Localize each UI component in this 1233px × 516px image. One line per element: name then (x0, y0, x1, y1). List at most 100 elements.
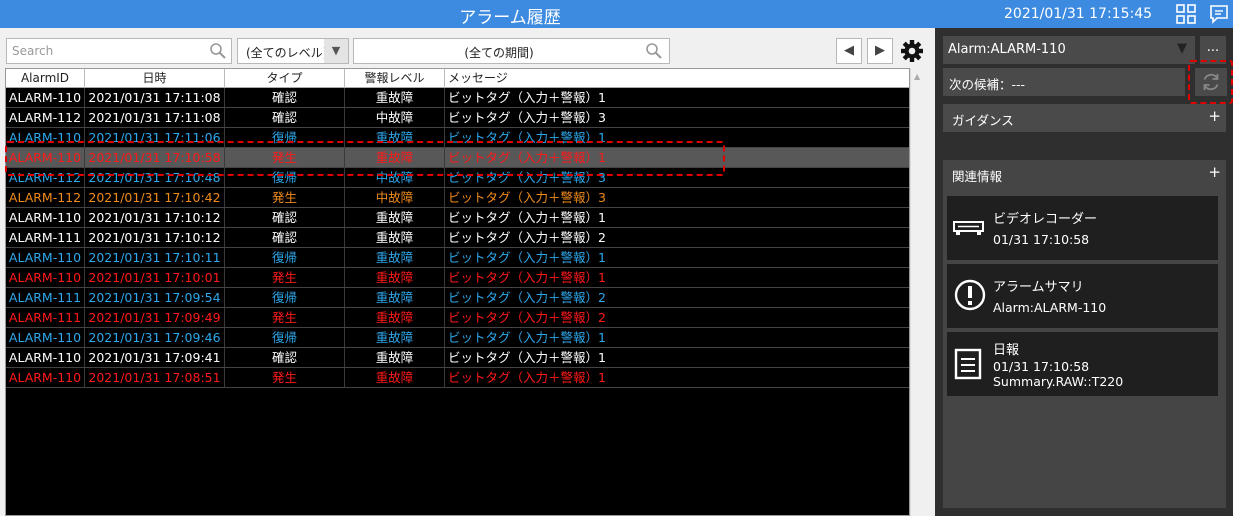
search-input[interactable]: Search (6, 38, 232, 64)
cell-alarm-id: ALARM-110 (6, 208, 85, 227)
expand-icon[interactable]: + (1208, 107, 1221, 125)
cell-datetime: 2021/01/31 17:09:54 (85, 288, 225, 307)
cell-alarm-id: ALARM-110 (6, 88, 85, 107)
cell-alarm-id: ALARM-111 (6, 228, 85, 247)
table-row[interactable]: ALARM-111 2021/01/31 17:09:54 復帰 重故障 ビットタグ（入… (6, 288, 909, 308)
title-bar: アラーム履歴 2021/01/31 17:15:45 (0, 0, 1233, 28)
cell-level: 重故障 (345, 88, 445, 107)
cell-alarm-id: ALARM-110 (6, 268, 85, 287)
prev-page-button[interactable]: ◀ (836, 38, 862, 64)
cell-alarm-id: ALARM-110 (6, 248, 85, 267)
gear-icon[interactable] (899, 38, 925, 64)
search-icon[interactable] (209, 42, 227, 63)
dropdown-arrow-icon[interactable]: ▼ (324, 39, 348, 63)
cell-type: 発生 (225, 188, 345, 207)
cell-datetime: 2021/01/31 17:10:12 (85, 208, 225, 227)
related-info-header[interactable]: 関連情報 + (943, 160, 1226, 188)
col-header-message[interactable]: メッセージ (445, 69, 909, 88)
cell-message: ビットタグ（入力＋警報）1 (448, 210, 606, 225)
expand-icon[interactable]: + (1208, 163, 1221, 181)
next-candidate-label: 次の候補：--- (949, 77, 1026, 92)
cell-datetime: 2021/01/31 17:10:42 (85, 188, 225, 207)
col-header-type[interactable]: タイプ (225, 69, 345, 88)
cell-level: 重故障 (345, 268, 445, 287)
cell-alarm-id: ALARM-111 (6, 288, 85, 307)
cell-type: 復帰 (225, 248, 345, 267)
cell-message: ビットタグ（入力＋警報）3 (448, 190, 606, 205)
message-icon[interactable] (1208, 3, 1230, 25)
level-filter-value: (全てのレベル) (246, 46, 328, 60)
alarm-summary-icon (953, 278, 987, 315)
guidance-section[interactable]: ガイダンス + (943, 104, 1226, 132)
related-card-alarm-summary[interactable]: アラームサマリ Alarm:ALARM-110 (947, 264, 1218, 328)
cell-message: ビットタグ（入力＋警報）2 (448, 230, 606, 245)
table-row[interactable]: ALARM-111 2021/01/31 17:09:49 発生 重故障 ビットタグ（入… (6, 308, 909, 328)
next-page-button[interactable]: ▶ (867, 38, 893, 64)
table-row[interactable]: ALARM-112 2021/01/31 17:11:08 確認 中故障 ビットタグ（入… (6, 108, 909, 128)
table-row[interactable]: ALARM-111 2021/01/31 17:10:12 確認 重故障 ビットタグ（入… (6, 228, 909, 248)
table-row[interactable]: ALARM-110 2021/01/31 17:10:12 確認 重故障 ビットタグ（入… (6, 208, 909, 228)
level-filter-select[interactable]: (全てのレベル) ▼ (237, 38, 349, 64)
dropdown-arrow-icon[interactable]: ▼ (1177, 41, 1187, 56)
alarm-select[interactable]: Alarm:ALARM-110 ▼ (943, 36, 1195, 64)
table-row[interactable]: ALARM-110 2021/01/31 17:10:01 発生 重故障 ビットタグ（入… (6, 268, 909, 288)
cell-datetime: 2021/01/31 17:10:12 (85, 228, 225, 247)
table-row[interactable]: ALARM-110 2021/01/31 17:10:11 復帰 重故障 ビットタグ（入… (6, 248, 909, 268)
cell-level: 重故障 (345, 368, 445, 387)
cell-message: ビットタグ（入力＋警報）2 (448, 290, 606, 305)
card-title: 日報 (993, 343, 1020, 358)
cell-message: ビットタグ（入力＋警報）1 (448, 270, 606, 285)
daily-report-icon (953, 348, 983, 383)
col-header-alarm-id[interactable]: AlarmID (6, 69, 85, 88)
cell-datetime: 2021/01/31 17:09:46 (85, 328, 225, 347)
table-row[interactable]: ALARM-110 2021/01/31 17:09:41 確認 重故障 ビットタグ（入… (6, 348, 909, 368)
card-detail: Alarm:ALARM-110 (993, 300, 1107, 315)
cell-datetime: 2021/01/31 17:10:01 (85, 268, 225, 287)
cell-type: 発生 (225, 368, 345, 387)
cell-type: 発生 (225, 308, 345, 327)
card-title: ビデオレコーダー (993, 212, 1098, 227)
selected-row-highlight (5, 141, 725, 176)
search-icon[interactable] (645, 42, 663, 63)
next-candidate-field: 次の候補：--- (943, 68, 1185, 96)
cell-datetime: 2021/01/31 17:11:08 (85, 88, 225, 107)
cell-level: 中故障 (345, 188, 445, 207)
period-filter[interactable]: (全ての期間) (353, 38, 670, 64)
table-row[interactable]: ALARM-110 2021/01/31 17:09:46 復帰 重故障 ビットタグ（入… (6, 328, 909, 348)
alarm-table: AlarmID 日時 タイプ 警報レベル メッセージ ALARM-110 2021… (5, 68, 910, 516)
refresh-highlight (1188, 60, 1233, 104)
cell-alarm-id: ALARM-110 (6, 368, 85, 387)
related-info-section: 関連情報 + ビデオレコーダー 01/31 17:10:58 アラームサマリ A… (943, 160, 1226, 508)
col-header-datetime[interactable]: 日時 (85, 69, 225, 88)
table-row[interactable]: ALARM-110 2021/01/31 17:08:51 発生 重故障 ビットタグ（入… (6, 368, 909, 388)
cell-message: ビットタグ（入力＋警報）3 (448, 110, 606, 125)
cell-datetime: 2021/01/31 17:09:49 (85, 308, 225, 327)
cell-level: 重故障 (345, 348, 445, 367)
table-row[interactable]: ALARM-110 2021/01/31 17:11:08 確認 重故障 ビットタグ（入… (6, 88, 909, 108)
cell-level: 重故障 (345, 328, 445, 347)
cell-datetime: 2021/01/31 17:09:41 (85, 348, 225, 367)
cell-type: 発生 (225, 268, 345, 287)
cell-message: ビットタグ（入力＋警報）2 (448, 310, 606, 325)
cell-level: 重故障 (345, 228, 445, 247)
related-card-video-recorder[interactable]: ビデオレコーダー 01/31 17:10:58 (947, 196, 1218, 260)
cell-type: 確認 (225, 348, 345, 367)
related-info-label: 関連情報 (952, 169, 1003, 184)
search-placeholder: Search (12, 44, 54, 58)
cell-message: ビットタグ（入力＋警報）1 (448, 370, 606, 385)
cell-type: 確認 (225, 228, 345, 247)
related-card-daily-report[interactable]: 日報 01/31 17:10:58 Summary.RAW::T220 (947, 332, 1218, 396)
cell-type: 確認 (225, 108, 345, 127)
prev-arrow-icon: ◀ (844, 43, 854, 58)
table-header: AlarmID 日時 タイプ 警報レベル メッセージ (6, 69, 909, 88)
card-detail: 01/31 17:10:58 (993, 359, 1090, 374)
window-title: アラーム履歴 (459, 8, 561, 28)
next-arrow-icon: ▶ (875, 43, 885, 58)
table-row[interactable]: ALARM-112 2021/01/31 17:10:42 発生 中故障 ビットタグ（入… (6, 188, 909, 208)
vertical-scrollbar[interactable]: ▲ (910, 68, 926, 516)
col-header-level[interactable]: 警報レベル (345, 69, 445, 88)
scroll-up-icon[interactable]: ▲ (914, 72, 920, 81)
cell-alarm-id: ALARM-110 (6, 328, 85, 347)
cell-level: 中故障 (345, 108, 445, 127)
grid-layout-icon[interactable] (1175, 3, 1197, 25)
